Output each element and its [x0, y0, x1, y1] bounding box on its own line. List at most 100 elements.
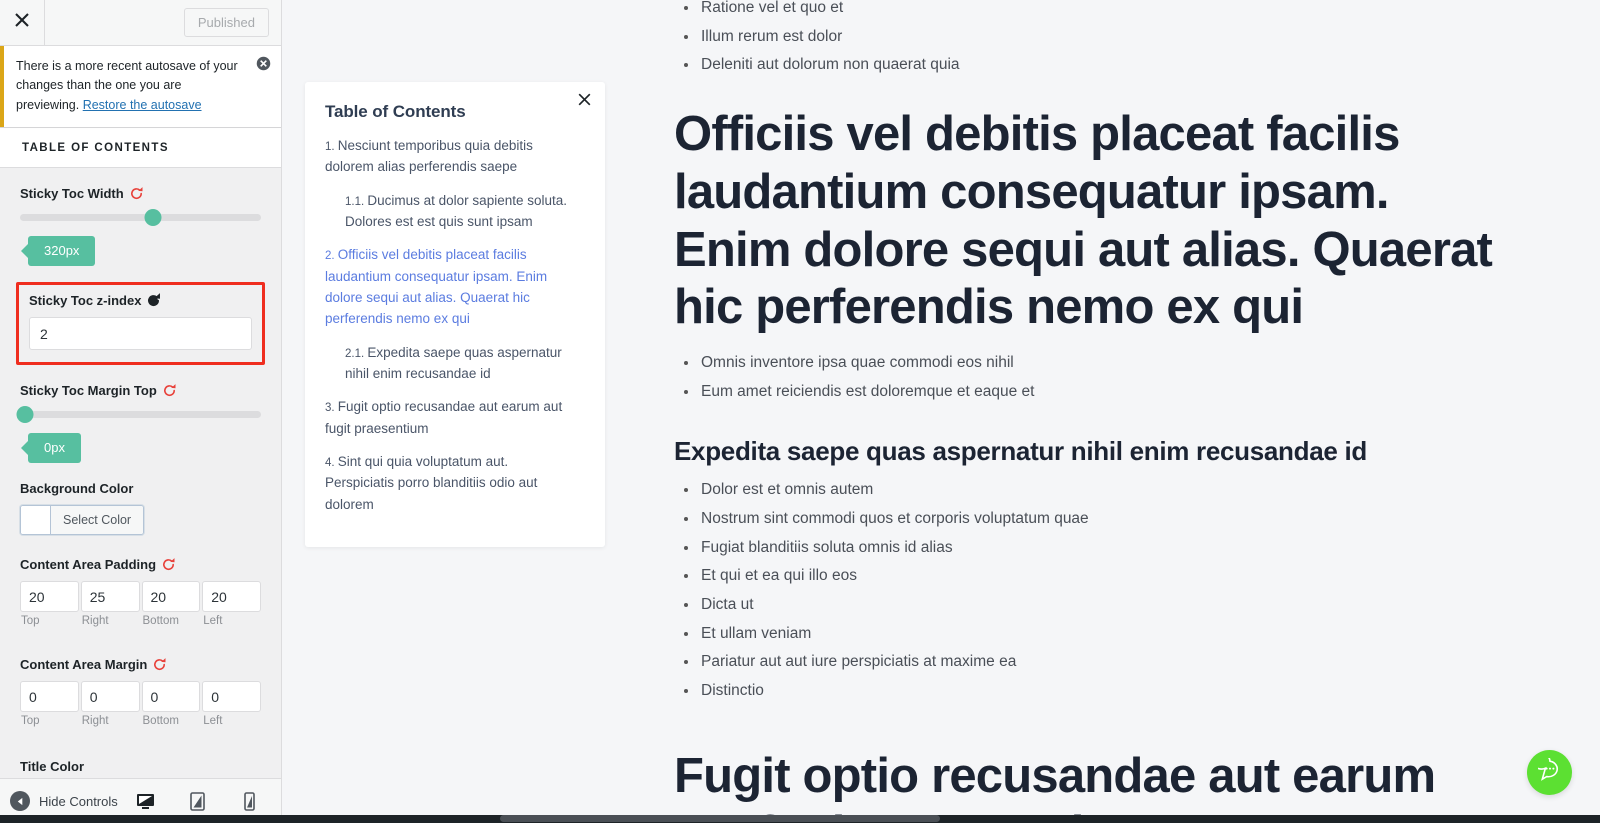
slider-handle[interactable] [144, 209, 162, 227]
control-title-color: Title Color Select Color [0, 759, 281, 778]
background-select-color-button[interactable]: Select Color [51, 506, 144, 535]
padding-top-input[interactable] [20, 581, 79, 613]
toc-item-4[interactable]: 2.1. Expedita saepe quas aspernatur nihi… [325, 342, 580, 385]
padding-bottom: Bottom [141, 581, 201, 628]
reset-icon[interactable] [152, 657, 167, 672]
chat-bubble-icon [1531, 753, 1562, 787]
padding-fields: Top Right Bottom Left [20, 581, 261, 627]
restore-autosave-link[interactable]: Restore the autosave [83, 98, 202, 112]
padding-bottom-input[interactable] [141, 581, 201, 613]
control-label-row: Sticky Toc z-index [29, 293, 252, 308]
toc-item-3[interactable]: 2. Officiis vel debitis placeat facilis … [325, 244, 580, 329]
toc-item-1[interactable]: 1. Nesciunt temporibus quia debitis dolo… [325, 135, 580, 178]
chat-widget-button[interactable] [1527, 750, 1572, 795]
margin-left: Left [202, 681, 261, 727]
toc-item-label: Sint qui quia voluptatum aut. Perspiciat… [325, 453, 538, 512]
sticky-toc-z-index-label: Sticky Toc z-index [29, 293, 142, 309]
toc-item-number: 3. [325, 402, 338, 415]
toc-item-2[interactable]: 1.1. Ducimus at dolor sapiente soluta. D… [325, 190, 580, 233]
background-color-label: Background Color [20, 481, 134, 497]
list-item: Dicta ut [682, 591, 1504, 620]
toc-list: 1. Nesciunt temporibus quia debitis dolo… [325, 135, 580, 515]
publish-button[interactable]: Published [183, 8, 269, 37]
site-preview-frame[interactable]: Table of Contents 1. Nesciunt temporibus… [282, 0, 1600, 823]
control-label-row: Title Color [20, 759, 261, 774]
chevron-left-icon [10, 791, 30, 811]
control-label-row: Content Area Padding [20, 557, 261, 572]
reset-icon[interactable] [162, 383, 177, 398]
margin-top-input[interactable] [20, 681, 79, 713]
title-color-label: Title Color [20, 759, 85, 775]
mobile-icon [243, 791, 255, 811]
list-item: Fugiat blanditiis soluta omnis id alias [682, 534, 1504, 563]
sticky-toc-z-index-input[interactable] [29, 317, 252, 351]
padding-left-input[interactable] [202, 581, 261, 613]
margin-left-input[interactable] [202, 681, 261, 713]
control-sticky-toc-width: Sticky Toc Width 320px [0, 186, 281, 267]
control-content-area-padding: Content Area Padding Top Right [0, 557, 281, 627]
toc-item-label: Fugit optio recusandae aut earum aut fug… [325, 399, 563, 436]
desktop-icon [136, 793, 155, 810]
control-background-color: Background Color Select Color [0, 481, 281, 539]
article-heading-2: Expedita saepe quas aspernatur nihil eni… [674, 435, 1367, 466]
toc-item-label: Nesciunt temporibus quia debitis dolorem… [325, 138, 533, 175]
toc-item-6[interactable]: 4. Sint qui quia voluptatum aut. Perspic… [325, 451, 580, 515]
padding-right-label: Right [81, 615, 109, 628]
article-content: Ratione vel et quo et Illum rerum est dol… [674, 0, 1504, 823]
slider-handle[interactable] [16, 406, 34, 424]
article-top-bullet-list: Ratione vel et quo et Illum rerum est dol… [682, 0, 1504, 80]
sticky-toc-width-slider[interactable] [20, 209, 261, 227]
list-item: Et ullam veniam [682, 620, 1504, 649]
control-content-area-margin: Content Area Margin Top Right [0, 657, 281, 727]
article-bullet-list-after-h1: Omnis inventore ipsa quae commodi eos ni… [682, 349, 1504, 406]
background-color-picker[interactable]: Select Color [20, 505, 145, 536]
panel-section-title: TABLE OF CONTENTS [0, 127, 281, 169]
margin-bottom-label: Bottom [142, 715, 179, 728]
toc-item-number: 1. [325, 141, 338, 153]
dismiss-icon[interactable] [256, 56, 271, 71]
margin-right-input[interactable] [80, 681, 140, 713]
toc-item-number: 1.1. [345, 195, 368, 208]
toc-title: Table of Contents [325, 102, 466, 121]
background-color-swatch [21, 506, 51, 535]
autosave-notice: There is a more recent autosave of your … [0, 46, 281, 128]
sidebar-header: Published [0, 0, 281, 46]
control-label-row: Sticky Toc Margin Top [20, 383, 261, 398]
article-bullet-list-after-h2: Dolor est et omnis autem Nostrum sint com… [682, 476, 1504, 705]
margin-fields: Top Right Bottom Left [20, 681, 261, 727]
padding-left-label: Left [203, 615, 223, 628]
sidebar-scroll-body[interactable]: Sticky Toc Width 320px Sticky Toc z-inde… [0, 168, 281, 778]
margin-right-label: Right [81, 715, 109, 728]
control-label-row: Background Color [20, 481, 261, 496]
close-customizer-button[interactable] [0, 0, 45, 45]
article-heading-1: Officiis vel debitis placeat facilis lau… [674, 107, 1493, 335]
sticky-toc-width-label: Sticky Toc Width [20, 186, 124, 202]
customizer-sidebar: Published There is a more recent autosav… [0, 0, 282, 823]
hide-controls-button[interactable]: Hide Controls [10, 791, 118, 811]
close-icon [14, 12, 30, 33]
margin-right: Right [80, 681, 140, 728]
margin-top-label: Top [21, 715, 40, 728]
sticky-toc-margin-top-slider[interactable] [16, 406, 261, 424]
toc-item-label: Ducimus at dolor sapiente soluta. Dolore… [345, 192, 567, 229]
list-item: Omnis inventore ipsa quae commodi eos ni… [682, 349, 1504, 378]
margin-top: Top [20, 681, 79, 727]
reset-icon[interactable] [146, 293, 161, 308]
slider-track [20, 411, 261, 419]
sticky-toc-width-value: 320px [28, 236, 96, 267]
padding-bottom-label: Bottom [142, 615, 179, 628]
control-label-row: Content Area Margin [20, 657, 261, 672]
padding-right-input[interactable] [80, 581, 140, 613]
toc-item-5[interactable]: 3. Fugit optio recusandae aut earum aut … [325, 396, 580, 439]
margin-bottom-input[interactable] [141, 681, 201, 713]
list-item: Eum amet reiciendis est doloremque et ea… [682, 378, 1504, 407]
padding-right: Right [80, 581, 140, 628]
margin-left-label: Left [203, 715, 223, 728]
list-item: Deleniti aut dolorum non quaerat quia [682, 51, 1504, 80]
reset-icon[interactable] [161, 557, 176, 572]
close-icon[interactable] [576, 91, 593, 108]
preview-horizontal-scrollbar[interactable] [500, 815, 940, 822]
control-label-row: Sticky Toc Width [20, 186, 261, 201]
slider-track [20, 214, 261, 222]
reset-icon[interactable] [129, 186, 144, 201]
